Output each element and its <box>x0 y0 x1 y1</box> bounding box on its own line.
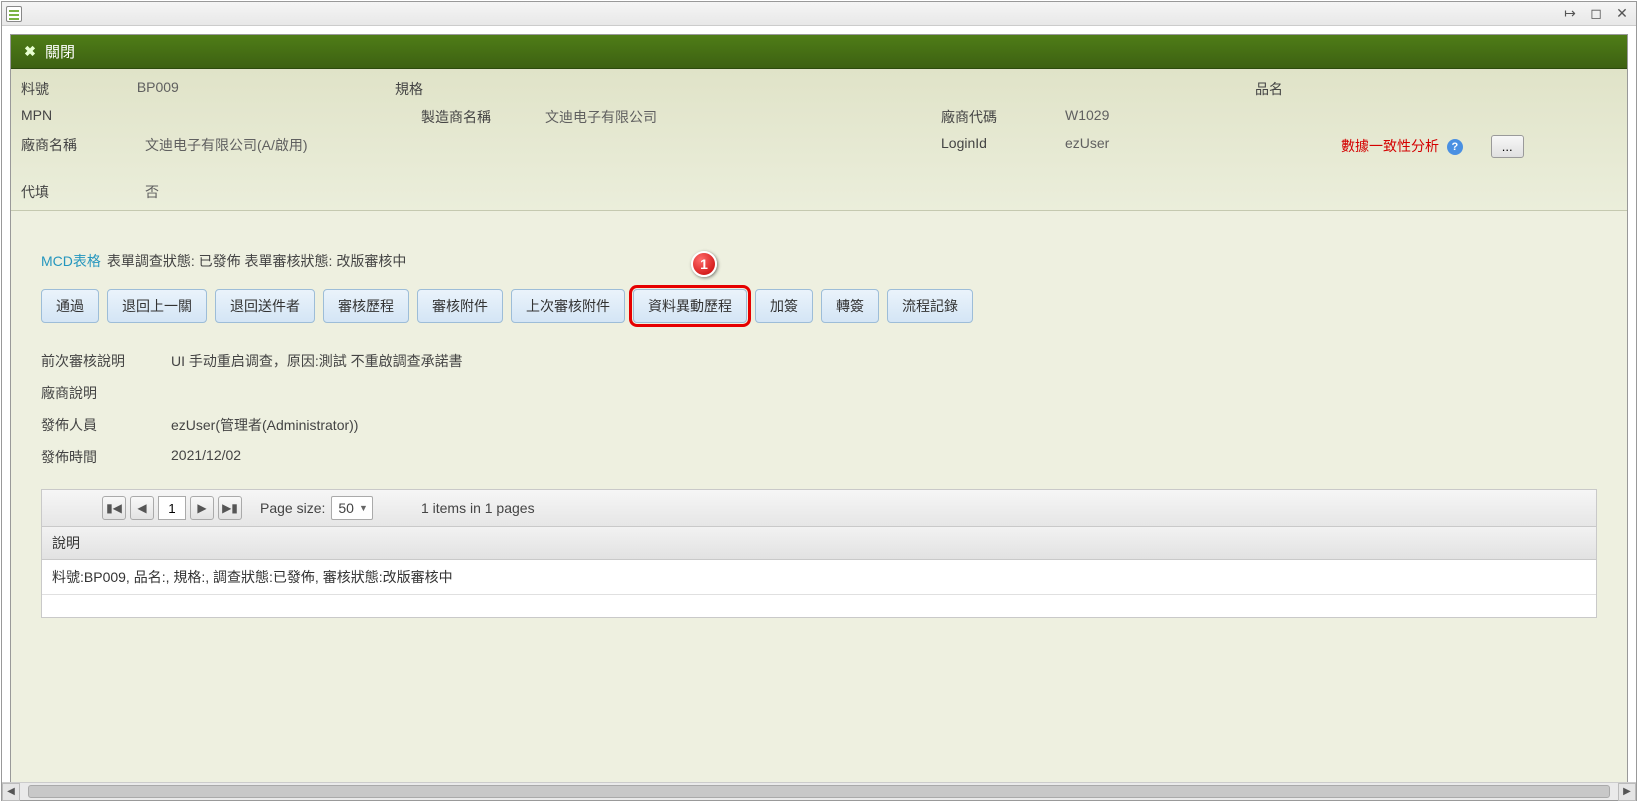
pager-page-input[interactable] <box>158 496 186 520</box>
app-icon <box>6 6 22 22</box>
vendor-name-label: 廠商名稱 <box>15 135 145 158</box>
table-row[interactable]: 料號:BP009, 品名:, 規格:, 調查狀態:已發佈, 審核狀態:改版審核中 <box>42 560 1596 595</box>
vendor-code-label: 廠商代碼 <box>935 107 1065 127</box>
close-window-icon[interactable]: ✕ <box>1612 7 1632 21</box>
data-change-history-button[interactable]: 資料異動歷程 <box>633 289 747 323</box>
pager-first-icon[interactable]: ▮◀ <box>102 496 126 520</box>
vendor-desc-label: 廠商說明 <box>41 383 171 403</box>
pin-icon[interactable]: ↦ <box>1560 7 1580 21</box>
prev-review-label: 前次審核說明 <box>41 351 171 371</box>
close-icon[interactable]: ✖ <box>23 45 37 59</box>
scroll-left-icon[interactable]: ◀ <box>2 783 20 801</box>
part-no-label: 料號 <box>15 79 137 99</box>
content-body: 1 MCD表格 表單調查狀態: 已發佈 表單審核狀態: 改版審核中 通過 退回上… <box>11 211 1627 791</box>
publisher-label: 發佈人員 <box>41 415 171 435</box>
return-prev-button[interactable]: 退回上一關 <box>107 289 207 323</box>
process-log-button[interactable]: 流程記錄 <box>887 289 973 323</box>
product-name-label: 品名 <box>1249 79 1371 99</box>
horizontal-scrollbar[interactable]: ◀ ▶ <box>2 782 1636 800</box>
mpn-value <box>145 107 415 127</box>
mfr-name-label: 製造商名稱 <box>415 107 545 127</box>
return-sender-button[interactable]: 退回送件者 <box>215 289 315 323</box>
pager-next-icon[interactable]: ▶ <box>190 496 214 520</box>
approve-button[interactable]: 通過 <box>41 289 99 323</box>
vendor-code-placeholder <box>875 79 997 99</box>
window-titlebar: ↦ ◻ ✕ <box>2 2 1636 26</box>
result-grid: ▮◀ ◀ ▶ ▶▮ Page size: 50 1 items in 1 pag… <box>41 489 1597 618</box>
grid-column-header: 說明 <box>42 527 1596 560</box>
last-review-attachment-button[interactable]: 上次審核附件 <box>511 289 625 323</box>
product-name-value <box>1371 79 1623 99</box>
substitute-label: 代填 <box>15 182 145 202</box>
substitute-value: 否 <box>145 182 415 202</box>
grid-empty-space <box>42 595 1596 617</box>
vendor-name-value: 文迪电子有限公司(A/啟用) <box>145 135 415 158</box>
publish-time-value: 2021/12/02 <box>171 447 241 467</box>
consistency-button[interactable]: ... <box>1491 135 1524 158</box>
mcd-link[interactable]: MCD表格 <box>41 251 101 271</box>
review-attachment-button[interactable]: 審核附件 <box>417 289 503 323</box>
prev-review-value: UI 手动重启调查，原因:測試 不重啟調查承諾書 <box>171 351 463 371</box>
login-label: LoginId <box>935 135 1065 158</box>
scroll-right-icon[interactable]: ▶ <box>1618 783 1636 801</box>
page-size-label: Page size: <box>260 500 325 516</box>
items-summary: 1 items in 1 pages <box>421 500 535 516</box>
callout-badge-1: 1 <box>691 251 717 277</box>
spec-value <box>511 79 875 99</box>
login-value: ezUser <box>1065 135 1335 158</box>
spec-label: 規格 <box>389 79 511 99</box>
transfer-sign-button[interactable]: 轉簽 <box>821 289 879 323</box>
pager-last-icon[interactable]: ▶▮ <box>218 496 242 520</box>
publish-time-label: 發佈時間 <box>41 447 171 467</box>
pager-prev-icon[interactable]: ◀ <box>130 496 154 520</box>
add-sign-button[interactable]: 加簽 <box>755 289 813 323</box>
part-no-value: BP009 <box>137 79 389 99</box>
panel-header: ✖ 關閉 <box>11 35 1627 69</box>
help-icon[interactable]: ? <box>1447 139 1463 155</box>
consistency-label: 數據一致性分析 <box>1341 138 1439 154</box>
mpn-label: MPN <box>15 107 145 127</box>
mfr-name-value: 文迪电子有限公司 <box>545 107 935 127</box>
inner-panel: ✖ 關閉 料號 BP009 規格 品名 MPN 製造商名稱 <box>10 34 1628 792</box>
info-panel: 料號 BP009 規格 品名 MPN 製造商名稱 文迪电子有限公司 廠商代碼 W… <box>11 69 1627 211</box>
close-label[interactable]: 關閉 <box>45 41 75 62</box>
scroll-thumb[interactable] <box>28 785 1610 798</box>
status-text: 表單調查狀態: 已發佈 表單審核狀態: 改版審核中 <box>107 251 406 271</box>
maximize-icon[interactable]: ◻ <box>1586 7 1606 21</box>
publisher-value: ezUser(管理者(Administrator)) <box>171 415 358 435</box>
page-size-select[interactable]: 50 <box>331 496 373 520</box>
vendor-code-value: W1029 <box>1065 107 1335 127</box>
action-button-row: 通過 退回上一關 退回送件者 審核歷程 審核附件 上次審核附件 資料異動歷程 加… <box>41 289 1597 323</box>
pager: ▮◀ ◀ ▶ ▶▮ <box>102 496 242 520</box>
review-history-button[interactable]: 審核歷程 <box>323 289 409 323</box>
app-window: ↦ ◻ ✕ ✖ 關閉 料號 BP009 規格 品名 <box>1 1 1637 801</box>
